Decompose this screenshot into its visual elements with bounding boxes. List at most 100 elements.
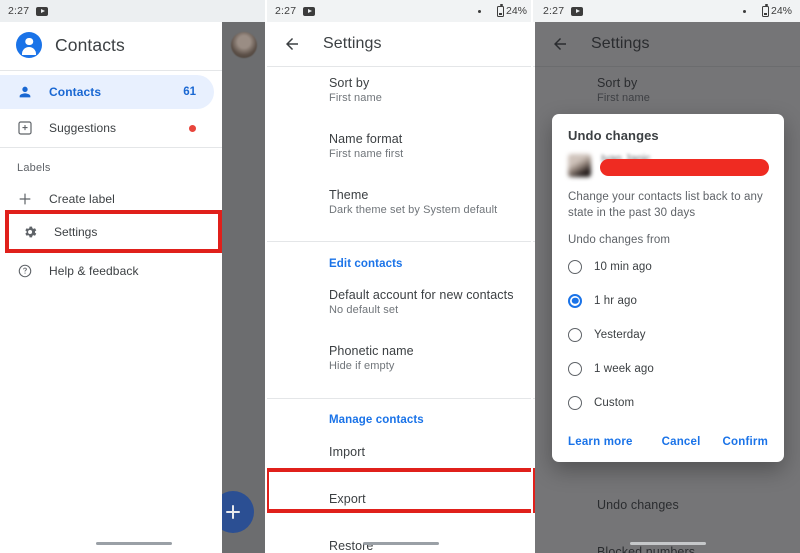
radio-label: 1 hr ago: [594, 294, 637, 307]
list-item[interactable]: Default account for new contacts No defa…: [329, 276, 535, 327]
contacts-count: 61: [183, 86, 196, 98]
row-title: Default account for new contacts: [329, 288, 514, 302]
radio-label: 10 min ago: [594, 260, 652, 273]
group-heading-edit-contacts: Edit contacts: [329, 258, 403, 270]
list-item[interactable]: Restore: [329, 517, 535, 553]
redaction-bar: [600, 159, 769, 176]
screenshot-root: 2:27 Contacts Contacts 61 Suggestions La…: [0, 0, 800, 553]
navigation-drawer: Contacts Contacts 61 Suggestions Labels: [0, 22, 222, 553]
list-item[interactable]: Import: [329, 432, 535, 470]
panel-seam: [265, 0, 267, 553]
panel-seam: [531, 0, 533, 553]
divider: [0, 147, 222, 148]
sidebar-item-create-label[interactable]: Create label: [0, 182, 214, 216]
youtube-icon: [571, 6, 584, 16]
dot-icon: [477, 9, 481, 13]
group-heading-manage-contacts: Manage contacts: [329, 414, 424, 426]
panel-undo-dialog: 2:27 24% Settings Sort by First name Nam…: [535, 0, 800, 553]
radio-option-1-week[interactable]: 1 week ago: [568, 352, 768, 386]
gesture-bar: [95, 541, 172, 545]
panel-settings: 2:27 24% Settings Sort by First name Nam…: [267, 0, 535, 553]
sidebar-item-label: Help & feedback: [49, 264, 139, 278]
cancel-button[interactable]: Cancel: [662, 436, 701, 448]
radio-option-custom[interactable]: Custom: [568, 386, 768, 420]
row-subtitle: First name first: [329, 148, 404, 160]
battery-icon: [761, 4, 769, 17]
row-title: Name format: [329, 132, 403, 146]
dialog-description: Change your contacts list back to any st…: [568, 191, 763, 220]
page-title: Settings: [323, 35, 382, 52]
status-bar-3: 2:27 24%: [535, 0, 800, 22]
help-icon: [18, 264, 32, 278]
youtube-icon: [303, 6, 316, 16]
drawer-scrim[interactable]: [222, 22, 267, 553]
learn-more-link[interactable]: Learn more: [568, 436, 633, 448]
account-row: Ivan Janic: [568, 152, 769, 178]
dialog-subheading: Undo changes from: [568, 233, 671, 246]
radio-option-yesterday[interactable]: Yesterday: [568, 318, 768, 352]
labels-section-heading: Labels: [17, 162, 51, 174]
row-title: Phonetic name: [329, 344, 414, 358]
status-time: 2:27: [275, 5, 297, 17]
settings-list: Sort by First name Name format First nam…: [267, 67, 535, 553]
settings-appbar: Settings: [267, 22, 535, 66]
list-item[interactable]: Phonetic name Hide if empty: [329, 327, 535, 383]
gesture-bar: [629, 541, 706, 545]
list-item[interactable]: Sort by First name: [329, 67, 535, 115]
undo-changes-dialog: Undo changes Ivan Janic Change your cont…: [552, 114, 784, 462]
sidebar-item-label: Settings: [54, 225, 98, 239]
sidebar-item-suggestions[interactable]: Suggestions: [0, 111, 214, 145]
status-badge: [189, 124, 196, 132]
drawer-header: Contacts: [0, 22, 222, 68]
suggestions-icon: [18, 121, 32, 135]
confirm-button[interactable]: Confirm: [723, 436, 768, 448]
radio-icon-selected: [568, 293, 582, 308]
radio-label: Custom: [594, 396, 635, 409]
radio-icon: [568, 327, 582, 342]
avatar: [568, 153, 591, 177]
list-item[interactable]: Theme Dark theme set by System default: [329, 171, 535, 227]
page-title: Contacts: [55, 34, 125, 55]
back-arrow-icon[interactable]: [283, 35, 301, 53]
radio-icon: [568, 259, 582, 274]
row-subtitle: Dark theme set by System default: [329, 204, 498, 216]
row-title: Export: [329, 492, 366, 506]
radio-option-1-hr[interactable]: 1 hr ago: [568, 284, 768, 318]
gesture-bar: [363, 541, 439, 545]
battery-percent: 24%: [770, 5, 792, 17]
list-item[interactable]: Name format First name first: [329, 115, 535, 171]
sidebar-item-label: Suggestions: [49, 121, 117, 135]
dialog-title: Undo changes: [568, 128, 659, 143]
divider: [0, 70, 222, 71]
sidebar-item-settings[interactable]: Settings: [22, 224, 97, 240]
row-title: Theme: [329, 188, 369, 202]
radio-label: Yesterday: [594, 328, 646, 341]
row-title: Sort by: [329, 76, 370, 90]
sidebar-item-label: Create label: [49, 192, 115, 206]
radio-icon: [568, 395, 582, 410]
sidebar-item-help-feedback[interactable]: Help & feedback: [0, 254, 214, 288]
status-time: 2:27: [8, 5, 30, 17]
battery-icon: [496, 4, 504, 17]
youtube-icon: [36, 6, 49, 16]
status-bar-1: 2:27: [0, 0, 267, 22]
dialog-actions: Learn more Cancel Confirm: [568, 422, 768, 462]
radio-option-10-min[interactable]: 10 min ago: [568, 250, 768, 284]
row-subtitle: First name: [329, 92, 382, 104]
avatar: [231, 32, 257, 58]
gear-icon: [25, 226, 37, 238]
person-icon: [19, 86, 31, 98]
contacts-logo-icon: [16, 32, 42, 58]
sidebar-item-contacts[interactable]: Contacts 61: [0, 75, 214, 109]
row-subtitle: Hide if empty: [329, 360, 395, 372]
status-bar-2: 2:27 24%: [267, 0, 535, 22]
status-time: 2:27: [543, 5, 565, 17]
battery-percent: 24%: [505, 5, 527, 17]
dot-icon: [742, 9, 746, 13]
list-item[interactable]: Export: [329, 470, 535, 517]
row-subtitle: No default set: [329, 304, 399, 316]
plus-icon: [19, 193, 31, 205]
panel-contacts-drawer: 2:27 Contacts Contacts 61 Suggestions La…: [0, 0, 267, 553]
sidebar-item-label: Contacts: [49, 85, 102, 99]
radio-label: 1 week ago: [594, 362, 654, 375]
